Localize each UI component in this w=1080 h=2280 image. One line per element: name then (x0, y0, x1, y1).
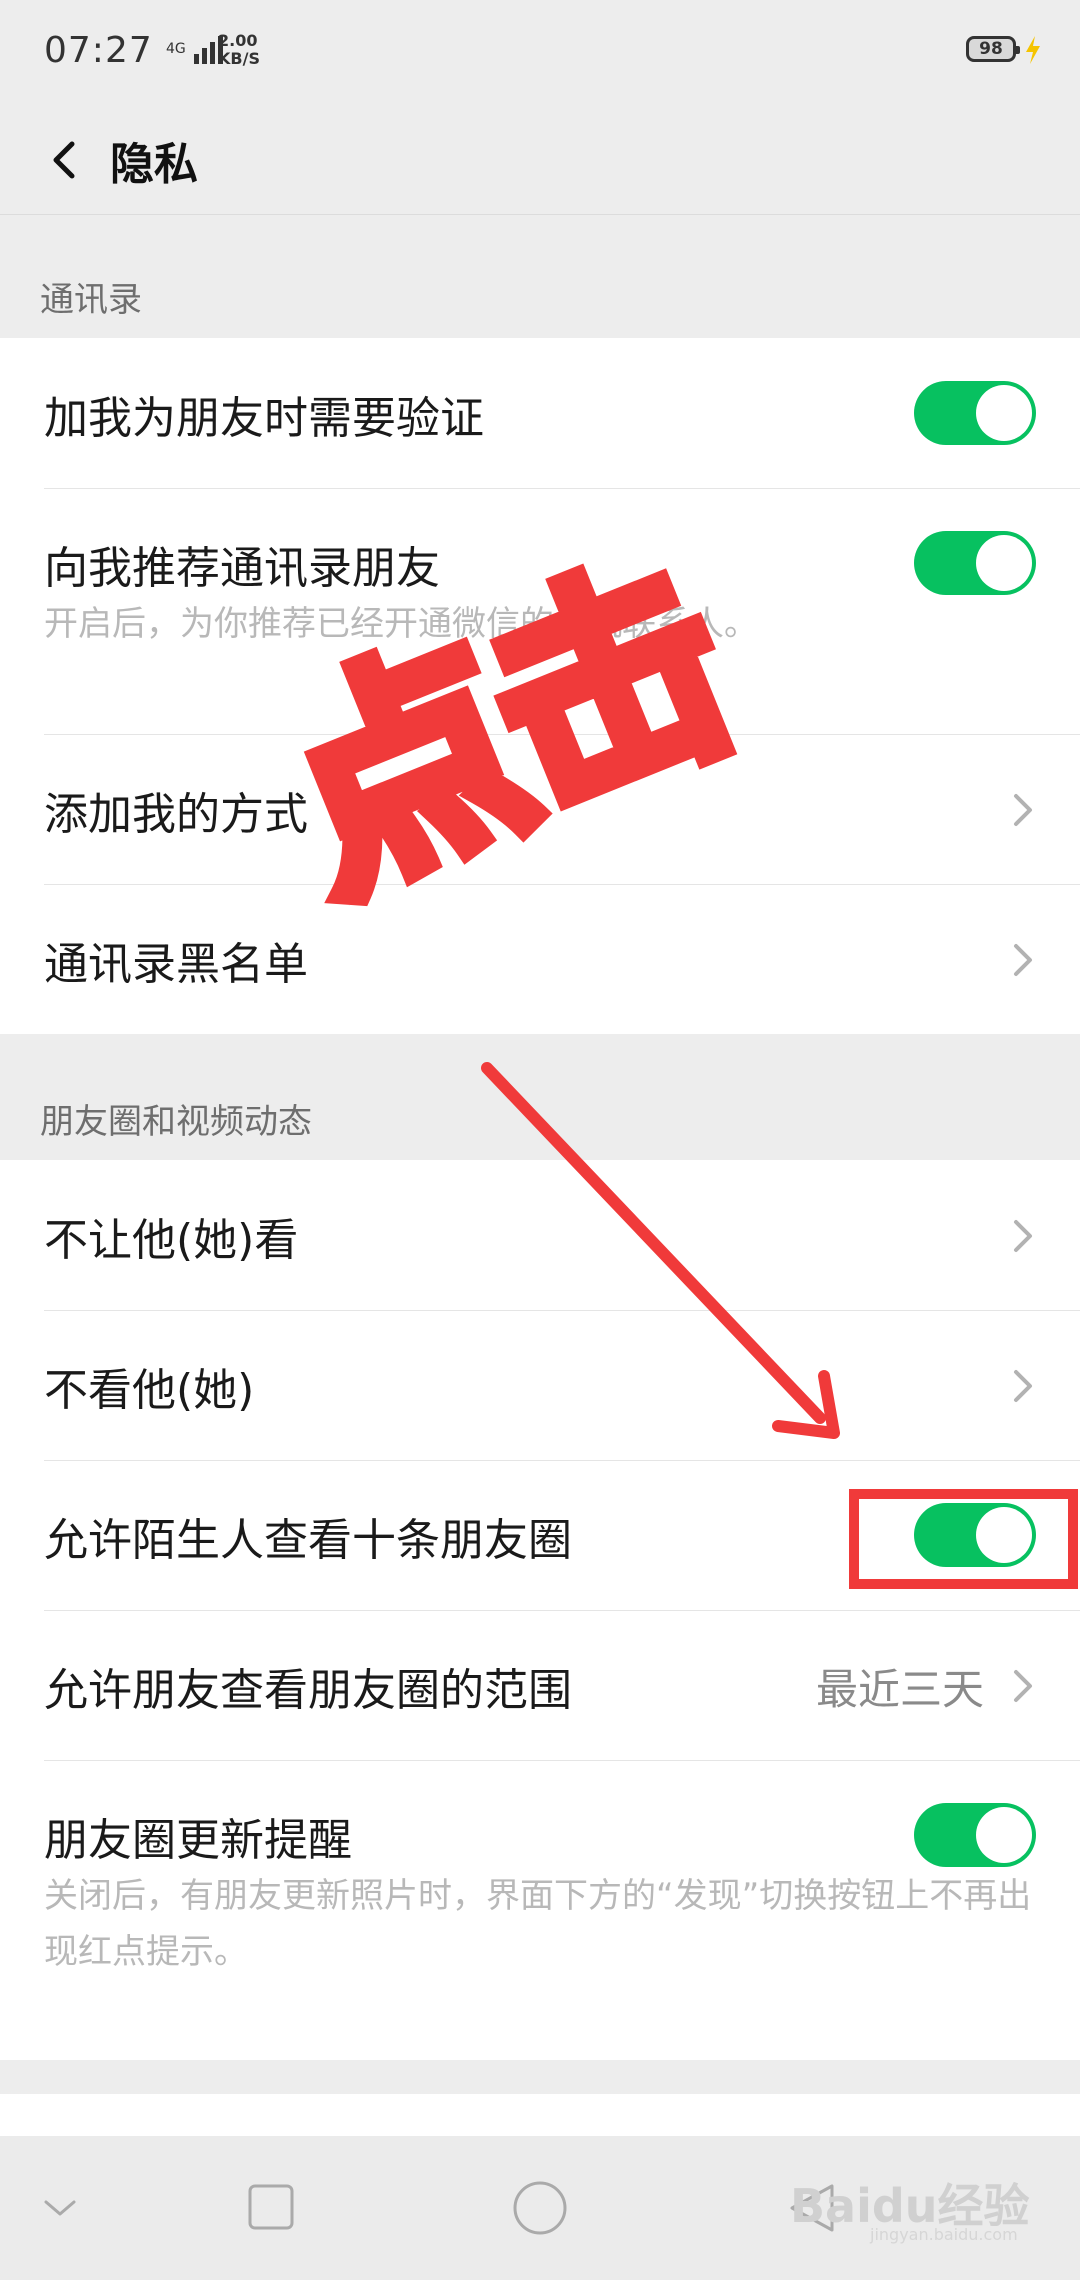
network-type: 4G (166, 41, 186, 57)
moments-settings-group: 不让他(她)看 不看他(她) 允许陌生人查看十条朋友圈 允许朋友查看朋友圈的范围… (0, 1160, 1080, 2060)
setting-recommend-contacts[interactable]: 向我推荐通讯录朋友 开启后，为你推荐已经开通微信的手机联系人。 (0, 488, 1080, 734)
setting-moments-visible-range[interactable]: 允许朋友查看朋友圈的范围 最近三天 (0, 1610, 1080, 1760)
setting-contacts-blacklist[interactable]: 通讯录黑名单 (0, 884, 1080, 1034)
setting-label: 添加我的方式 (44, 789, 308, 840)
chevron-right-icon (1014, 944, 1032, 976)
next-group-edge (0, 2094, 1080, 2136)
setting-label: 加我为朋友时需要验证 (44, 393, 484, 444)
status-time: 07:27 (44, 30, 153, 71)
recommend-contacts-toggle[interactable] (914, 531, 1036, 595)
network-speed: 2.00 KB/S (218, 32, 260, 68)
page-title: 隐私 (110, 139, 198, 190)
charging-bolt-icon (1026, 36, 1040, 64)
back-arrow-icon[interactable] (36, 130, 96, 190)
contacts-settings-group: 加我为朋友时需要验证 向我推荐通讯录朋友 开启后，为你推荐已经开通微信的手机联系… (0, 338, 1080, 1034)
setting-label: 朋友圈更新提醒 (44, 1815, 352, 1866)
update-reminder-toggle[interactable] (914, 1803, 1036, 1867)
section-header-contacts: 通讯录 (40, 280, 142, 320)
setting-description: 开启后，为你推荐已经开通微信的手机联系人。 (44, 604, 758, 644)
setting-description: 关闭后，有朋友更新照片时，界面下方的“发现”切换按钮上不再出现红点提示。 (44, 1876, 1032, 1972)
chevron-right-icon (1014, 1670, 1032, 1702)
section-gap (0, 2070, 1080, 2094)
setting-label: 不看他(她) (44, 1365, 255, 1416)
battery-level: 98 (979, 39, 1003, 59)
setting-label: 通讯录黑名单 (44, 939, 308, 990)
setting-label: 向我推荐通讯录朋友 (44, 543, 440, 594)
visible-range-value: 最近三天 (815, 1665, 984, 1714)
setting-moments-update-reminder[interactable]: 朋友圈更新提醒 关闭后，有朋友更新照片时，界面下方的“发现”切换按钮上不再出现红… (0, 1760, 1080, 2060)
battery-icon: 98 (966, 36, 1020, 62)
nav-back-icon[interactable] (784, 2180, 840, 2236)
chevron-right-icon (1014, 1220, 1032, 1252)
nav-header: 隐私 (0, 110, 1080, 215)
status-bar: 07:27 4G 2.00 KB/S 98 (0, 0, 1080, 110)
setting-hide-my-posts[interactable]: 不让他(她)看 (0, 1160, 1080, 1310)
section-header-moments: 朋友圈和视频动态 (40, 1102, 312, 1142)
setting-require-verification[interactable]: 加我为朋友时需要验证 (0, 338, 1080, 488)
setting-strangers-view-ten-posts[interactable]: 允许陌生人查看十条朋友圈 (0, 1460, 1080, 1610)
network-indicator: 4G (166, 34, 223, 64)
chevron-right-icon (1014, 1370, 1032, 1402)
setting-label: 允许陌生人查看十条朋友圈 (44, 1515, 572, 1566)
system-nav-bar (0, 2136, 1080, 2280)
chevron-right-icon (1014, 794, 1032, 826)
speed-value: 2.00 (218, 31, 258, 50)
setting-label: 不让他(她)看 (44, 1215, 299, 1266)
verification-toggle[interactable] (914, 381, 1036, 445)
strangers-view-toggle[interactable] (914, 1503, 1036, 1567)
setting-hide-their-posts[interactable]: 不看他(她) (0, 1310, 1080, 1460)
home-icon[interactable] (512, 2180, 568, 2236)
recents-icon[interactable] (246, 2182, 296, 2232)
hide-keyboard-icon[interactable] (40, 2188, 80, 2228)
speed-unit: KB/S (218, 49, 260, 68)
setting-add-me-methods[interactable]: 添加我的方式 (0, 734, 1080, 884)
setting-label: 允许朋友查看朋友圈的范围 (44, 1665, 572, 1716)
